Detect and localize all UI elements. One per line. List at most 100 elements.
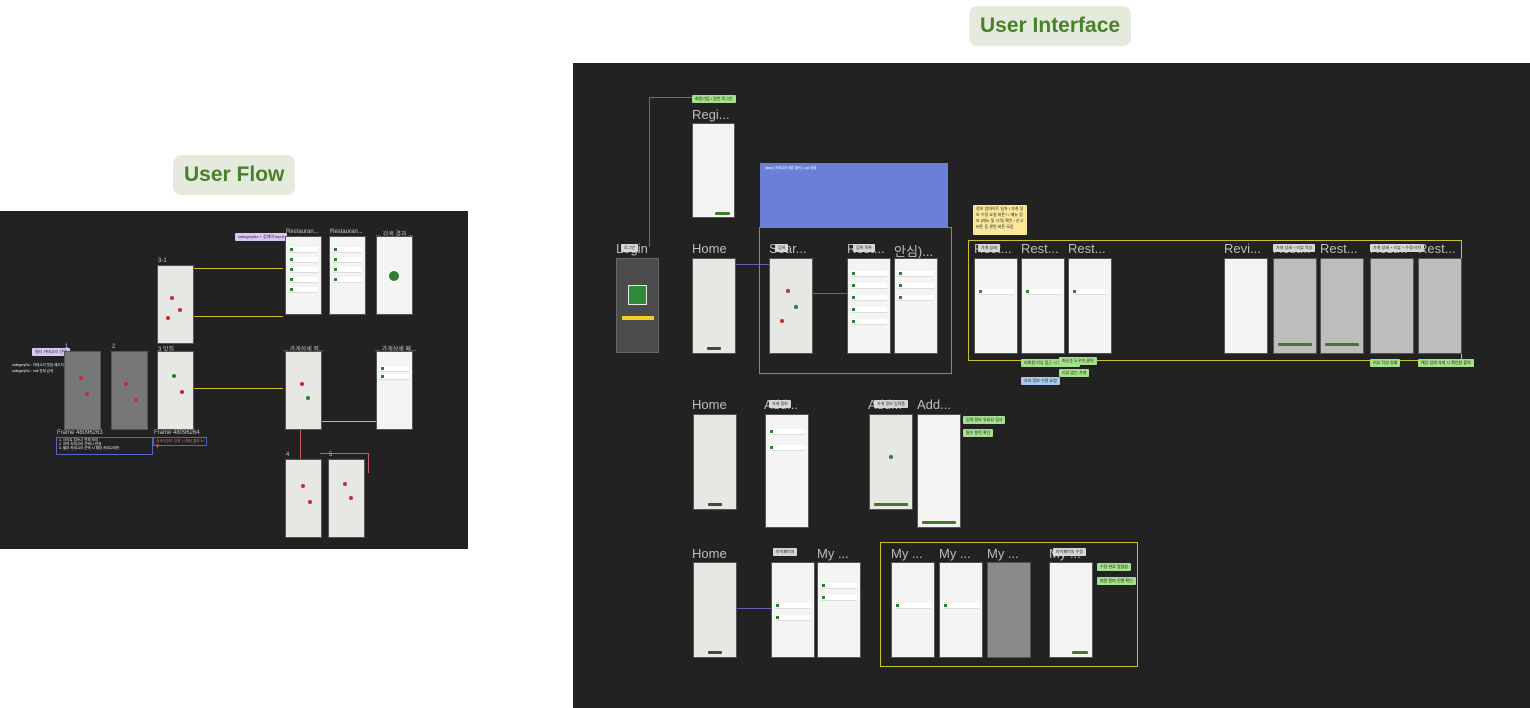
map-marker <box>794 305 798 309</box>
frame-title: 3-1 <box>158 258 167 264</box>
user-flow-label: User Flow <box>173 155 296 195</box>
restaurant-list-frame[interactable] <box>847 258 891 354</box>
map-marker <box>300 382 304 386</box>
ui-connector <box>649 97 692 98</box>
mypage-edit-frame[interactable] <box>1049 562 1093 658</box>
map-marker <box>79 376 83 380</box>
home-frame-2[interactable] <box>693 414 737 510</box>
login-frame[interactable] <box>616 258 659 353</box>
restaurant-detail-c[interactable] <box>1068 258 1112 354</box>
mypage-edit-tag: 마이페이지 수정 <box>1053 548 1086 556</box>
map-marker <box>786 289 790 293</box>
map-marker <box>308 500 312 504</box>
register-tag: 회원가입 / 일반 로그인 <box>692 95 736 103</box>
frame-title: Add... <box>917 397 951 412</box>
map-marker <box>889 455 893 459</box>
add-restaurant-frame-2[interactable] <box>869 414 913 510</box>
note-review-fail: 리뷰 작성 실패 <box>1370 359 1401 367</box>
app-logo-icon <box>628 285 647 305</box>
phone-frame-1[interactable] <box>64 351 101 430</box>
map-marker <box>85 392 89 396</box>
info-note: 정보 업데이트 일자 / 가게 정보 수정 요청 버튼? / 메뉴 정보 (메뉴… <box>973 205 1027 235</box>
frame-title: Regi... <box>692 107 730 122</box>
map-marker <box>178 308 182 312</box>
frame-title: Rest... <box>1418 241 1456 256</box>
user-interface-board[interactable]: Login 로그인 회원가입 / 일반 로그인 Regi... Home [st… <box>573 63 1530 708</box>
frame-title: Home <box>692 241 727 256</box>
mypage-frame-3[interactable] <box>891 562 935 658</box>
flow-connector <box>193 268 283 269</box>
phone-frame-4[interactable] <box>285 459 322 538</box>
frame-title: 2 <box>112 344 116 350</box>
map-marker <box>170 296 174 300</box>
ui-connector <box>649 97 650 247</box>
map-marker <box>343 482 347 486</box>
frame-title: Restauran... <box>330 229 363 235</box>
frame-title: Restauran... <box>286 229 319 235</box>
restaurant-detail-e[interactable] <box>1320 258 1364 354</box>
ui-connector <box>736 608 771 609</box>
search-frame[interactable] <box>769 258 813 354</box>
review-frame[interactable] <box>1224 258 1268 354</box>
phone-restaurant-2[interactable] <box>329 236 366 315</box>
kakao-login-button[interactable] <box>622 316 654 320</box>
flow-note-4: 검색 키워드 입력 시 해당 결과 노출 <box>156 439 204 448</box>
mypage-frame-5[interactable] <box>987 562 1031 658</box>
home-frame-1[interactable] <box>692 258 736 354</box>
map-marker <box>134 398 138 402</box>
mypage-frame-1[interactable] <box>771 562 815 658</box>
phone-frame-5[interactable] <box>328 459 365 538</box>
map-marker <box>780 319 784 323</box>
safe-restaurant-frame[interactable] <box>894 258 938 354</box>
restaurant-detail-a[interactable] <box>974 258 1018 354</box>
restaurant-detail-d[interactable] <box>1273 258 1317 354</box>
review-edit-tag: 가게 상세 + 리뷰 + 수정/삭제 <box>1370 244 1425 252</box>
register-frame[interactable] <box>692 123 735 218</box>
note-edit-request: 자리 정보 수정 요청 <box>1021 377 1060 385</box>
map-marker <box>180 390 184 394</box>
phone-search-result[interactable] <box>376 236 413 315</box>
restaurant-detail-g[interactable] <box>1418 258 1462 354</box>
user-interface-label: User Interface <box>969 6 1132 46</box>
mypage-frame-2[interactable] <box>817 562 861 658</box>
restaurant-detail-b[interactable] <box>1021 258 1065 354</box>
home-frame-3[interactable] <box>693 562 737 658</box>
phone-frame-3[interactable] <box>157 351 194 430</box>
mypage-frame-4[interactable] <box>939 562 983 658</box>
detail-tag: 가게 상세 <box>978 244 1000 252</box>
frame-title: My ... <box>891 546 923 561</box>
api-note-line: [step1] 카테고리 버튼 클릭 시 api 호출 <box>765 166 817 170</box>
frame-title: My ... <box>987 546 1019 561</box>
map-marker <box>172 374 176 378</box>
flow-connector <box>193 316 283 317</box>
phone-frame-2[interactable] <box>111 351 148 430</box>
search-tag: 검색 <box>775 244 789 252</box>
restaurant-detail-f[interactable] <box>1370 258 1414 354</box>
note-required: 필수 항목 확인 <box>963 429 994 437</box>
frame-notes-b: 검색 키워드 입력 시 해당 결과 노출 <box>153 437 207 448</box>
frame-title: Rest... <box>1068 241 1106 256</box>
frame-title: My ... <box>817 546 849 561</box>
map-marker <box>124 382 128 386</box>
note-edit-complete: 수정 완료 알림창 <box>1097 563 1131 571</box>
phone-restaurant-1[interactable] <box>285 236 322 315</box>
add-restaurant-frame-1[interactable] <box>765 414 809 528</box>
flow-connector <box>193 388 283 389</box>
phone-store-detail-1[interactable] <box>285 351 322 430</box>
user-flow-board[interactable]: categoryNo + 검색어 input 필터 카테고리 선택 catego… <box>0 211 468 549</box>
note-latest-sort: 최신순 도우미 클릭 <box>1059 357 1097 365</box>
phone-frame-3-1[interactable] <box>157 265 194 344</box>
category-note-2: categoryNo : null 전체 검색 <box>12 369 54 373</box>
category-input-note: categoryNo + 검색어 input <box>235 233 287 241</box>
frame-title: Rest... <box>1021 241 1059 256</box>
frame-notes-a: 1. 사이트 접속시 전체 보여 2. 지역 카테고리 선택시 변경 3. 필터… <box>56 437 153 455</box>
category-note-1: categoryNo : 카테고리 맛집 페이지 <box>12 363 64 367</box>
note-withdraw: 회원 탈퇴 진행 확인 <box>1097 577 1136 585</box>
add-restaurant-frame-3[interactable] <box>917 414 961 528</box>
api-logic-note: [step1] 카테고리 버튼 클릭 시 api 호출 <box>760 163 948 227</box>
search-list-tag: 검색 목록 <box>853 244 875 252</box>
add-tag: 가게 정보 <box>769 400 791 408</box>
login-tag: 로그인 <box>621 244 639 252</box>
flow-connector <box>368 453 369 473</box>
phone-store-detail-2[interactable] <box>376 351 413 430</box>
